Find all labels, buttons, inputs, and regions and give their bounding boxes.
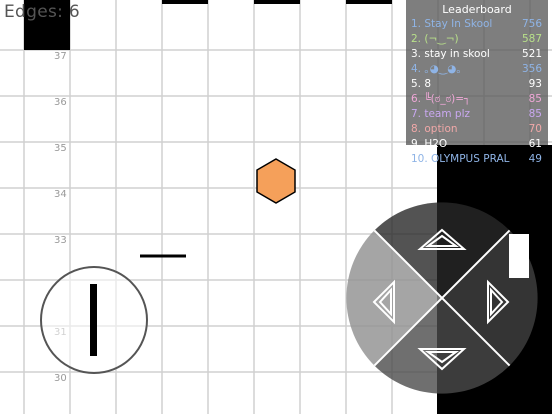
touch-controls bbox=[40, 202, 538, 394]
joystick-icon[interactable] bbox=[40, 266, 148, 374]
dpad bbox=[346, 202, 538, 394]
highlight-cell bbox=[509, 234, 529, 278]
game-board[interactable]: 37 36 35 34 33 31 30 Edges: 6 Leaderboar… bbox=[0, 0, 552, 414]
